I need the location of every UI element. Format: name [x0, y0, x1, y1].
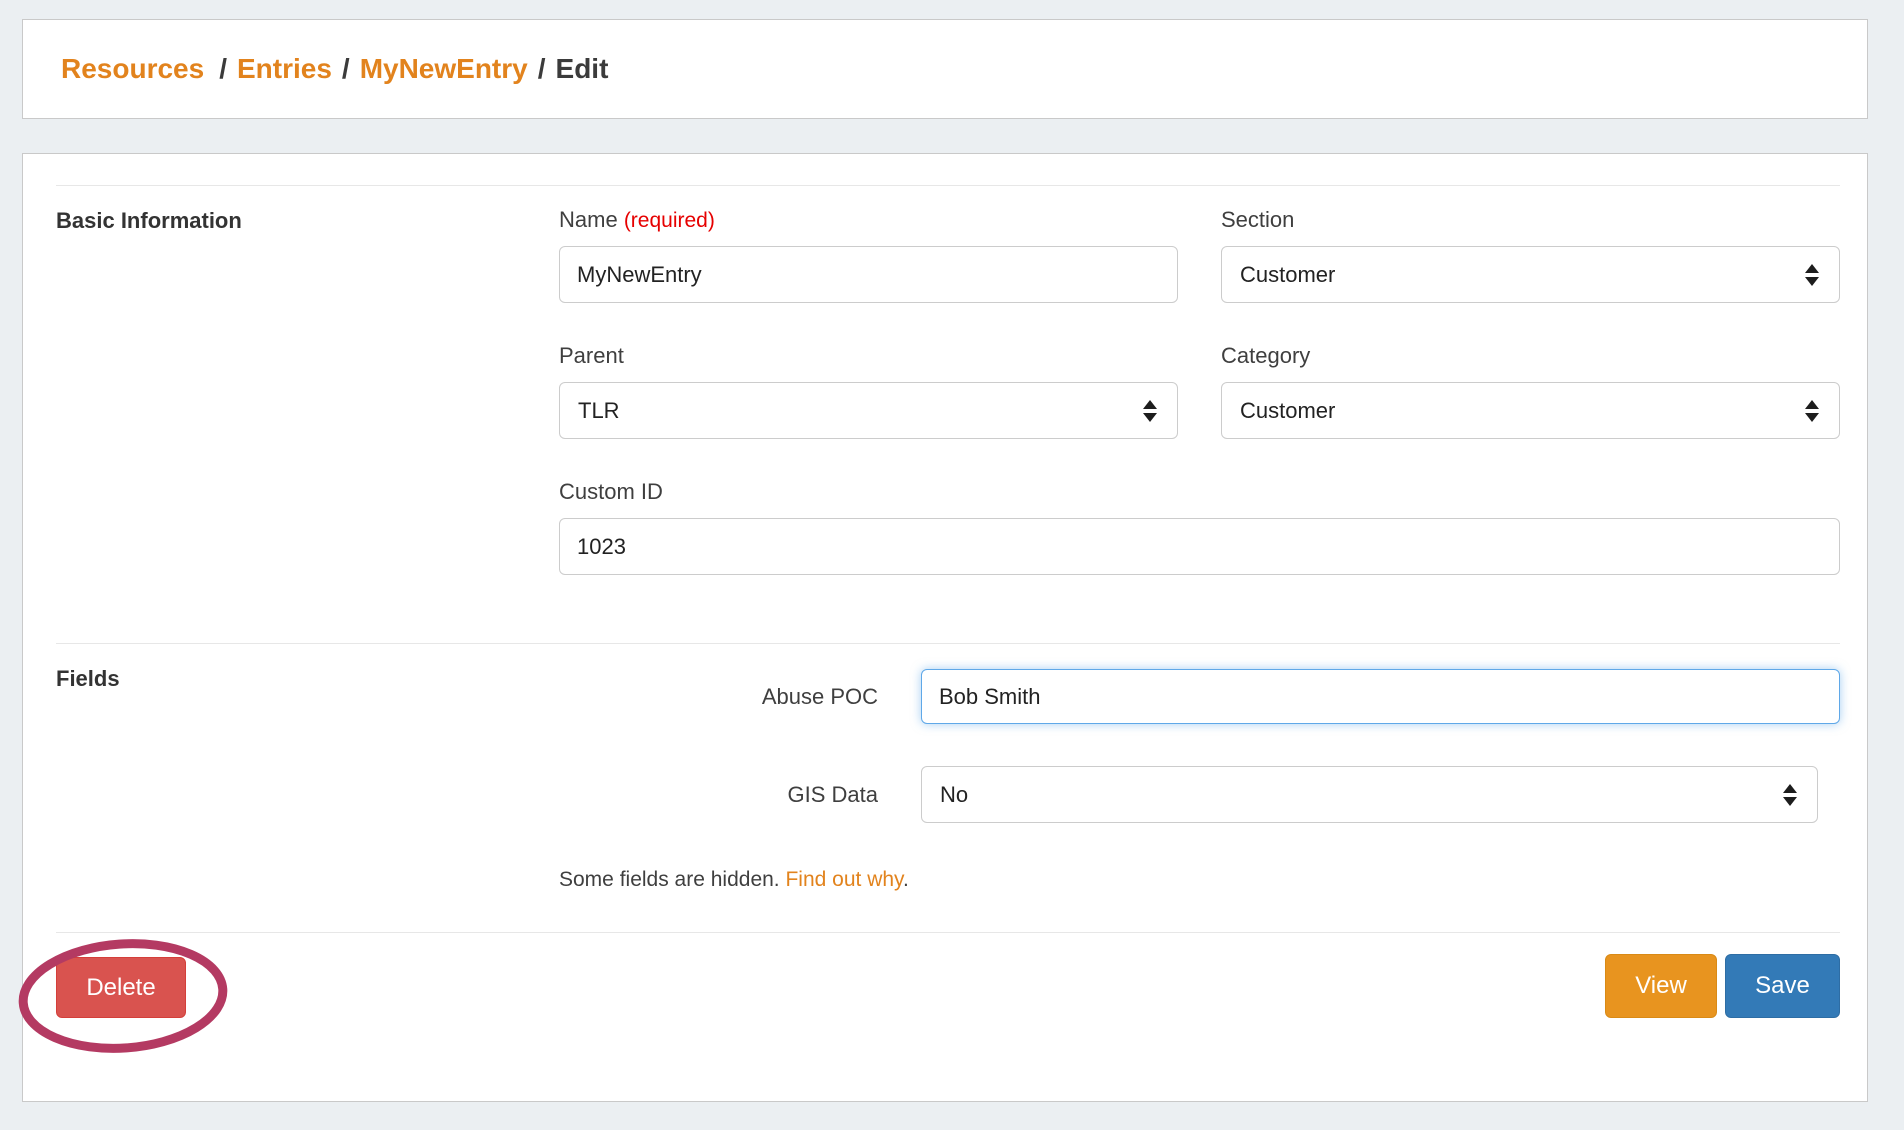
category-label: Category [1221, 343, 1840, 369]
select-arrows-icon [1783, 784, 1797, 806]
breadcrumb-entry-name[interactable]: MyNewEntry [360, 53, 528, 84]
fields-heading: Fields [56, 666, 120, 692]
delete-button[interactable]: Delete [56, 957, 186, 1018]
breadcrumb-resources[interactable]: Resources [61, 53, 204, 84]
find-out-why-link[interactable]: Find out why [785, 868, 903, 891]
fields-section: Fields Abuse POC GIS Data No Some fields… [56, 643, 1840, 932]
select-arrows-icon [1805, 264, 1819, 286]
category-select[interactable]: Customer [1221, 382, 1840, 439]
custom-id-label: Custom ID [559, 479, 1840, 505]
category-select-value: Customer [1240, 398, 1335, 424]
custom-id-input[interactable] [559, 518, 1840, 575]
section-label: Section [1221, 207, 1840, 233]
parent-label: Parent [559, 343, 1178, 369]
breadcrumb-entries[interactable]: Entries [237, 53, 332, 84]
gis-data-label: GIS Data [559, 782, 878, 808]
select-arrows-icon [1143, 400, 1157, 422]
parent-select[interactable]: TLR [559, 382, 1178, 439]
hidden-fields-note-text: Some fields are hidden. [559, 868, 780, 891]
view-button[interactable]: View [1605, 954, 1717, 1018]
save-button[interactable]: Save [1725, 954, 1840, 1018]
name-label: Name (required) [559, 207, 1178, 233]
breadcrumb-panel: Resources / Entries / MyNewEntry / Edit [22, 19, 1868, 119]
breadcrumb-edit: Edit [556, 53, 609, 84]
breadcrumb-separator: / [342, 53, 350, 84]
name-required-hint: (required) [624, 209, 715, 232]
parent-select-value: TLR [578, 398, 620, 424]
basic-information-section: Basic Information Name (required) Sectio… [56, 185, 1840, 575]
breadcrumb-separator: / [538, 53, 546, 84]
basic-information-heading: Basic Information [56, 208, 242, 234]
name-label-text: Name [559, 207, 618, 232]
section-select[interactable]: Customer [1221, 246, 1840, 303]
gis-data-select-value: No [940, 782, 968, 808]
section-select-value: Customer [1240, 262, 1335, 288]
page: { "breadcrumb": { "resources": "Resource… [0, 0, 1904, 1130]
breadcrumb-separator: / [219, 53, 227, 84]
select-arrows-icon [1805, 400, 1819, 422]
hidden-fields-note: Some fields are hidden. Find out why. [559, 868, 1840, 892]
actions-bar: Delete View Save [56, 932, 1840, 1018]
breadcrumb: Resources / Entries / MyNewEntry / Edit [61, 53, 608, 85]
gis-data-select[interactable]: No [921, 766, 1818, 823]
hidden-fields-note-period: . [903, 868, 909, 891]
abuse-poc-input[interactable] [921, 669, 1840, 724]
edit-form-panel: Basic Information Name (required) Sectio… [22, 153, 1868, 1102]
name-input[interactable] [559, 246, 1178, 303]
abuse-poc-label: Abuse POC [559, 684, 878, 710]
